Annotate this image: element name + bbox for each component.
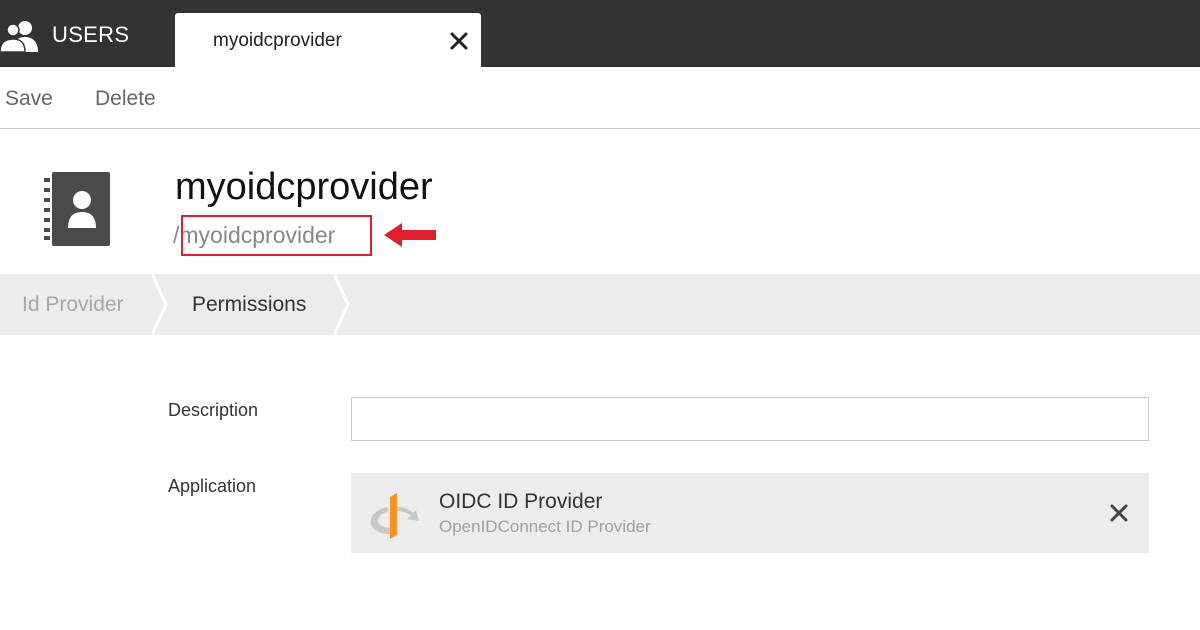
app-label: USERS bbox=[52, 22, 130, 47]
description-label: Description bbox=[168, 400, 259, 420]
step-permissions[interactable]: Permissions bbox=[192, 274, 306, 335]
step-separator bbox=[152, 274, 168, 335]
address-book-icon bbox=[44, 172, 110, 246]
tab-myoidcprovider[interactable]: myoidcprovider bbox=[175, 13, 481, 67]
openid-icon bbox=[370, 493, 419, 539]
application-description: OpenIDConnect ID Provider bbox=[439, 517, 651, 536]
toolbar: Save Delete bbox=[0, 67, 1200, 129]
top-bar: USERS myoidcprovider bbox=[0, 0, 1200, 67]
application-name: OIDC ID Provider bbox=[439, 490, 603, 513]
application-card: OIDC ID Provider OpenIDConnect ID Provid… bbox=[351, 473, 1149, 553]
tab-label: myoidcprovider bbox=[213, 30, 342, 51]
description-field[interactable] bbox=[351, 397, 1149, 441]
page-title: myoidcprovider bbox=[175, 166, 433, 208]
users-icon bbox=[0, 21, 38, 53]
close-icon[interactable] bbox=[447, 29, 471, 53]
application-label: Application bbox=[168, 476, 257, 496]
step-separator bbox=[334, 274, 350, 335]
save-button[interactable]: Save bbox=[5, 87, 53, 111]
close-icon[interactable] bbox=[1107, 501, 1131, 525]
annotation-arrow-icon bbox=[384, 223, 436, 247]
annotation-highlight-box bbox=[181, 215, 372, 256]
step-id-provider[interactable]: Id Provider bbox=[22, 274, 124, 335]
delete-button[interactable]: Delete bbox=[95, 87, 156, 111]
wizard-steps: Id Provider Permissions bbox=[0, 274, 1200, 335]
